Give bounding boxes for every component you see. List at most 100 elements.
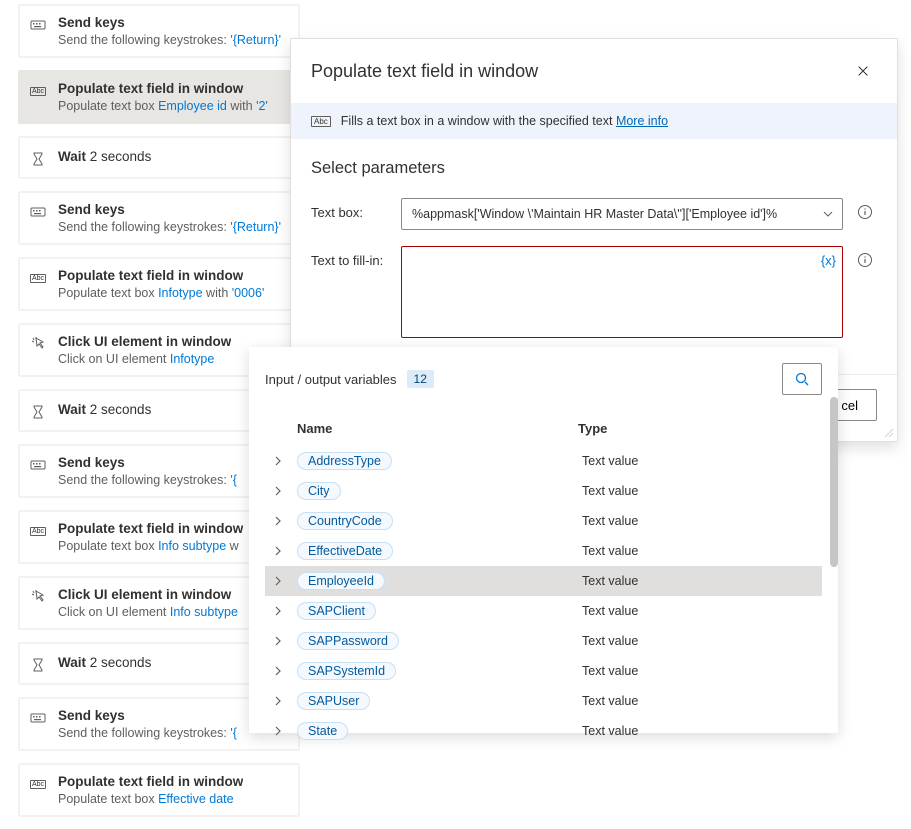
fillin-textarea[interactable]: {x} [401, 246, 843, 338]
fillin-info-button[interactable] [857, 246, 877, 268]
textbox-param-label: Text box: [311, 198, 387, 220]
variable-chip: CountryCode [297, 512, 393, 530]
step-body: Send keysSend the following keystrokes: … [58, 201, 281, 235]
variables-scrollbar[interactable] [830, 397, 838, 607]
select-parameters-heading: Select parameters [311, 159, 877, 178]
textbox-selector-value: %appmask['Window \'Maintain HR Master Da… [412, 207, 777, 221]
variable-row[interactable]: State Text value [265, 716, 822, 746]
variable-row[interactable]: EmployeeId Text value [265, 566, 822, 596]
variable-type: Text value [582, 514, 822, 528]
variable-row[interactable]: SAPClient Text value [265, 596, 822, 626]
variable-type: Text value [582, 574, 822, 588]
variable-type: Text value [582, 604, 822, 618]
close-icon [856, 64, 870, 78]
keyboard-icon [30, 457, 46, 473]
expand-icon[interactable] [273, 516, 293, 526]
abc-icon: Abc [311, 116, 331, 127]
step-body: Send keysSend the following keystrokes: … [58, 707, 237, 741]
step-item[interactable]: Abc Populate text field in windowPopulate… [18, 763, 300, 817]
abc-icon: Abc [30, 83, 46, 99]
step-body: Send keysSend the following keystrokes: … [58, 14, 281, 48]
col-name-header: Name [297, 421, 578, 436]
step-item[interactable]: Send keysSend the following keystrokes: … [18, 4, 300, 58]
expand-icon[interactable] [273, 726, 293, 736]
expand-icon[interactable] [273, 546, 293, 556]
variable-chip: City [297, 482, 341, 500]
fillin-param-label: Text to fill-in: [311, 246, 387, 268]
abc-icon: Abc [30, 523, 46, 539]
expand-icon[interactable] [273, 666, 293, 676]
variable-chip: SAPClient [297, 602, 376, 620]
variables-panel: Input / output variables 12 Name Type Ad… [249, 347, 838, 733]
variable-type: Text value [582, 664, 822, 678]
step-body: Wait 2 seconds [58, 654, 151, 672]
step-body: Send keysSend the following keystrokes: … [58, 454, 237, 488]
variable-row[interactable]: CountryCode Text value [265, 506, 822, 536]
abc-icon: Abc [30, 776, 46, 792]
variables-count-badge: 12 [407, 370, 434, 388]
variable-type: Text value [582, 634, 822, 648]
step-item[interactable]: Abc Populate text field in windowPopulate… [18, 70, 300, 124]
step-body: Populate text field in windowPopulate te… [58, 520, 243, 554]
resize-icon [882, 426, 894, 438]
expand-icon[interactable] [273, 636, 293, 646]
keyboard-icon [30, 204, 46, 220]
info-icon [857, 252, 873, 268]
variable-row[interactable]: SAPSystemId Text value [265, 656, 822, 686]
more-info-link[interactable]: More info [616, 114, 668, 128]
step-body: Wait 2 seconds [58, 401, 151, 419]
variable-chip: SAPUser [297, 692, 370, 710]
variable-type: Text value [582, 694, 822, 708]
variable-chip: EmployeeId [297, 572, 385, 590]
info-icon [857, 204, 873, 220]
step-body: Populate text field in windowPopulate te… [58, 773, 243, 807]
step-body: Click UI element in windowClick on UI el… [58, 586, 238, 620]
step-body: Wait 2 seconds [58, 148, 151, 166]
insert-variable-button[interactable]: {x} [821, 253, 836, 268]
chevron-down-icon [822, 208, 834, 220]
expand-icon[interactable] [273, 576, 293, 586]
keyboard-icon [30, 17, 46, 33]
variable-row[interactable]: SAPUser Text value [265, 686, 822, 716]
variable-chip: AddressType [297, 452, 392, 470]
wait-icon [30, 404, 46, 420]
variable-row[interactable]: AddressType Text value [265, 446, 822, 476]
dialog-title: Populate text field in window [311, 61, 538, 82]
abc-icon: Abc [30, 270, 46, 286]
variable-type: Text value [582, 454, 822, 468]
expand-icon[interactable] [273, 486, 293, 496]
expand-icon[interactable] [273, 606, 293, 616]
textbox-selector[interactable]: %appmask['Window \'Maintain HR Master Da… [401, 198, 843, 230]
step-item[interactable]: Wait 2 seconds [18, 136, 300, 179]
variable-chip: SAPSystemId [297, 662, 396, 680]
scrollbar-thumb[interactable] [830, 397, 838, 567]
variable-row[interactable]: SAPPassword Text value [265, 626, 822, 656]
variables-search-button[interactable] [782, 363, 822, 395]
variable-type: Text value [582, 544, 822, 558]
col-type-header: Type [578, 421, 818, 436]
variable-row[interactable]: City Text value [265, 476, 822, 506]
click-icon [30, 336, 46, 352]
step-body: Populate text field in windowPopulate te… [58, 267, 264, 301]
variable-type: Text value [582, 724, 822, 738]
resize-grip[interactable] [882, 426, 894, 438]
dialog-close-button[interactable] [849, 57, 877, 85]
textbox-info-button[interactable] [857, 198, 877, 220]
click-icon [30, 589, 46, 605]
variable-type: Text value [582, 484, 822, 498]
variables-heading: Input / output variables [265, 372, 397, 387]
search-icon [794, 371, 810, 387]
variable-row[interactable]: EffectiveDateText value [265, 536, 822, 566]
expand-icon[interactable] [273, 696, 293, 706]
dialog-info-strip: Abc Fills a text box in a window with th… [291, 103, 897, 139]
variable-chip: State [297, 722, 348, 740]
dialog-info-text: Fills a text box in a window with the sp… [341, 114, 616, 128]
step-item[interactable]: Abc Populate text field in windowPopulate… [18, 257, 300, 311]
wait-icon [30, 151, 46, 167]
step-item[interactable]: Send keysSend the following keystrokes: … [18, 191, 300, 245]
expand-icon[interactable] [273, 456, 293, 466]
keyboard-icon [30, 710, 46, 726]
step-body: Populate text field in windowPopulate te… [58, 80, 268, 114]
step-body: Click UI element in windowClick on UI el… [58, 333, 231, 367]
variable-chip: SAPPassword [297, 632, 399, 650]
